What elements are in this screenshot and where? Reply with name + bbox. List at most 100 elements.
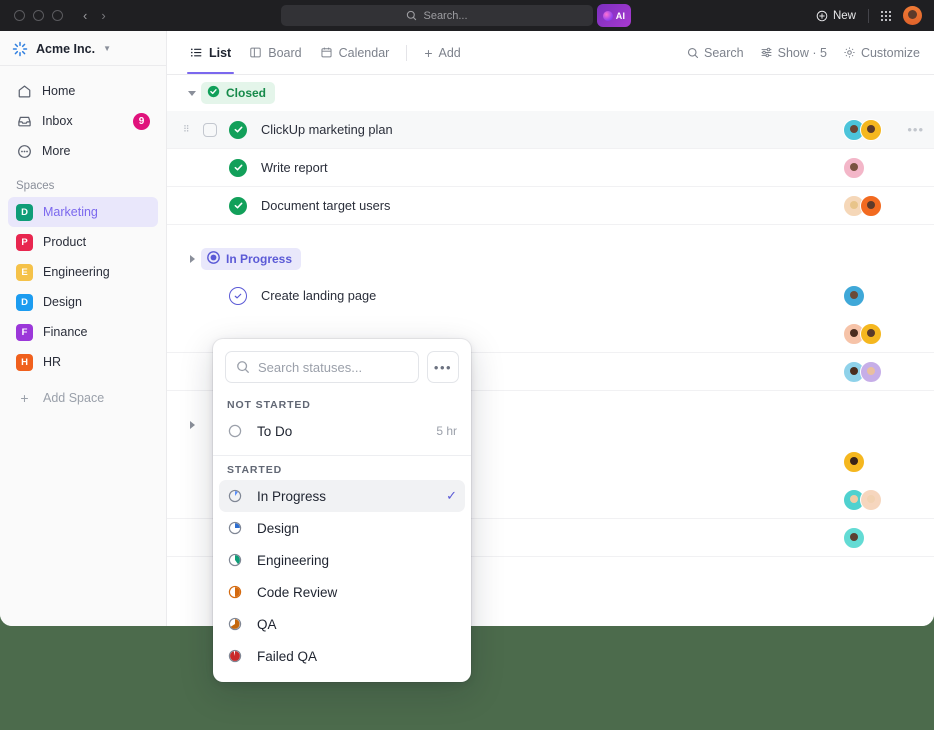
status-search-input[interactable]: Search statuses... bbox=[225, 351, 419, 383]
customize-label: Customize bbox=[860, 45, 920, 60]
avatar[interactable] bbox=[860, 488, 882, 511]
task-status-icon[interactable] bbox=[229, 286, 247, 305]
sidebar-item-inbox[interactable]: Inbox 9 bbox=[8, 106, 158, 136]
status-option-in-progress-label: In Progress bbox=[257, 488, 327, 504]
expand-twisty-icon[interactable] bbox=[183, 254, 201, 264]
avatar[interactable] bbox=[843, 156, 865, 179]
sidebar-item-finance-label: Finance bbox=[43, 325, 88, 339]
table-row[interactable]: ⠿ ClickUp marketing plan High ••• bbox=[167, 111, 934, 149]
task-title[interactable]: ClickUp marketing plan bbox=[261, 122, 393, 137]
table-row[interactable]: ⠿ Document target users Low bbox=[167, 187, 934, 225]
ai-button[interactable]: AI bbox=[597, 4, 631, 27]
task-assignees[interactable] bbox=[843, 488, 882, 511]
task-assignees[interactable] bbox=[843, 450, 865, 473]
sidebar-item-marketing[interactable]: D Marketing bbox=[8, 197, 158, 227]
avatar[interactable] bbox=[860, 322, 882, 345]
status-section-started-label: STARTED bbox=[227, 464, 283, 476]
task-assignees[interactable] bbox=[843, 284, 865, 307]
customize-button[interactable]: Customize bbox=[843, 46, 920, 60]
inbox-icon bbox=[16, 113, 32, 129]
new-button[interactable]: New bbox=[816, 10, 856, 22]
sidebar-nav: Home Inbox 9 More bbox=[0, 66, 166, 166]
list-search-button[interactable]: Search bbox=[687, 46, 744, 60]
global-search-input[interactable]: Search... bbox=[281, 5, 593, 26]
sidebar-item-marketing-label: Marketing bbox=[43, 205, 98, 219]
status-pie-icon bbox=[227, 585, 243, 599]
row-overflow-menu-icon[interactable]: ••• bbox=[907, 122, 924, 137]
workspace-switcher[interactable]: Acme Inc. ▼ bbox=[0, 34, 166, 66]
sidebar-item-engineering[interactable]: E Engineering bbox=[8, 257, 158, 287]
sidebar-item-more[interactable]: More bbox=[8, 136, 158, 166]
task-title[interactable]: Write report bbox=[261, 160, 328, 175]
table-row[interactable]: ⠿ Write report Urgent bbox=[167, 149, 934, 187]
task-status-icon[interactable] bbox=[229, 120, 247, 139]
task-title[interactable]: Create landing page bbox=[261, 288, 376, 303]
avatar[interactable] bbox=[860, 194, 882, 217]
sidebar-item-finance[interactable]: F Finance bbox=[8, 317, 158, 347]
browser-navigation[interactable]: ‹ › bbox=[83, 9, 106, 22]
status-option-design[interactable]: Design bbox=[219, 512, 465, 544]
avatar[interactable] bbox=[843, 526, 865, 549]
show-button[interactable]: Show · 5 bbox=[760, 46, 827, 60]
status-option-qa[interactable]: QA bbox=[219, 608, 465, 640]
task-assignees[interactable] bbox=[843, 156, 865, 179]
chevron-down-icon[interactable]: ▼ bbox=[103, 44, 111, 53]
table-row[interactable]: ⠿ Create landing page High bbox=[167, 277, 934, 315]
avatar[interactable] bbox=[860, 360, 882, 383]
status-dropdown-footer-pad bbox=[213, 672, 471, 682]
avatar[interactable] bbox=[860, 118, 882, 141]
task-assignees[interactable] bbox=[843, 322, 882, 345]
apps-grid-icon[interactable] bbox=[881, 10, 891, 21]
sidebar-item-product-label: Product bbox=[43, 235, 87, 249]
maximize-window-button[interactable] bbox=[52, 10, 63, 21]
avatar[interactable] bbox=[843, 284, 865, 307]
space-avatar-marketing: D bbox=[16, 203, 33, 221]
add-view-button[interactable]: + Add bbox=[415, 31, 469, 74]
group-header-in-progress[interactable]: In Progress bbox=[167, 241, 934, 277]
task-assignees[interactable] bbox=[843, 526, 865, 549]
space-avatar-finance: F bbox=[16, 323, 33, 341]
tab-calendar[interactable]: Calendar bbox=[311, 31, 399, 74]
avatar[interactable] bbox=[843, 450, 865, 473]
drag-handle-icon[interactable]: ⠿ bbox=[183, 125, 195, 134]
tab-list[interactable]: List bbox=[181, 31, 240, 74]
task-assignees[interactable] bbox=[843, 360, 882, 383]
spaces-list: D Marketing P Product E Engineering D De… bbox=[0, 197, 166, 413]
check-icon: ✓ bbox=[446, 488, 457, 503]
sidebar-item-design[interactable]: D Design bbox=[8, 287, 158, 317]
task-status-icon[interactable] bbox=[229, 196, 247, 215]
window-traffic-lights[interactable] bbox=[14, 10, 63, 21]
task-title[interactable]: Document target users bbox=[261, 198, 390, 213]
row-checkbox[interactable] bbox=[203, 122, 217, 137]
sidebar: Acme Inc. ▼ Home Inbox 9 More Spaces D M… bbox=[0, 31, 167, 626]
minimize-window-button[interactable] bbox=[33, 10, 44, 21]
status-option-failed-qa[interactable]: Failed QA bbox=[219, 640, 465, 672]
close-window-button[interactable] bbox=[14, 10, 25, 21]
group-header-in-progress-label: In Progress bbox=[226, 252, 293, 266]
status-dropdown-more-button[interactable]: ••• bbox=[427, 351, 459, 383]
expand-twisty-icon[interactable] bbox=[183, 420, 201, 430]
status-pie-icon bbox=[227, 617, 243, 631]
sidebar-item-product[interactable]: P Product bbox=[8, 227, 158, 257]
user-avatar[interactable] bbox=[903, 6, 922, 25]
sidebar-item-hr[interactable]: H HR bbox=[8, 347, 158, 377]
calendar-icon bbox=[321, 47, 332, 58]
status-option-to-do[interactable]: To Do 5 hr bbox=[219, 415, 465, 447]
task-assignees[interactable] bbox=[843, 194, 882, 217]
status-option-in-progress[interactable]: In Progress ✓ bbox=[219, 480, 465, 512]
forward-icon[interactable]: › bbox=[101, 9, 105, 22]
sidebar-item-home[interactable]: Home bbox=[8, 76, 158, 106]
status-check-icon bbox=[207, 85, 220, 101]
status-option-engineering[interactable]: Engineering bbox=[219, 544, 465, 576]
status-option-code-review[interactable]: Code Review bbox=[219, 576, 465, 608]
task-status-icon[interactable] bbox=[229, 158, 247, 177]
add-space-button[interactable]: + Add Space bbox=[8, 383, 158, 413]
collapse-twisty-icon[interactable] bbox=[183, 88, 201, 98]
ai-button-label: AI bbox=[615, 10, 626, 21]
status-pie-icon bbox=[227, 521, 243, 535]
task-assignees[interactable] bbox=[843, 118, 882, 141]
back-icon[interactable]: ‹ bbox=[83, 9, 87, 22]
group-header-closed[interactable]: Closed bbox=[167, 75, 934, 111]
tab-board[interactable]: Board bbox=[240, 31, 310, 74]
plus-icon: + bbox=[424, 44, 433, 61]
